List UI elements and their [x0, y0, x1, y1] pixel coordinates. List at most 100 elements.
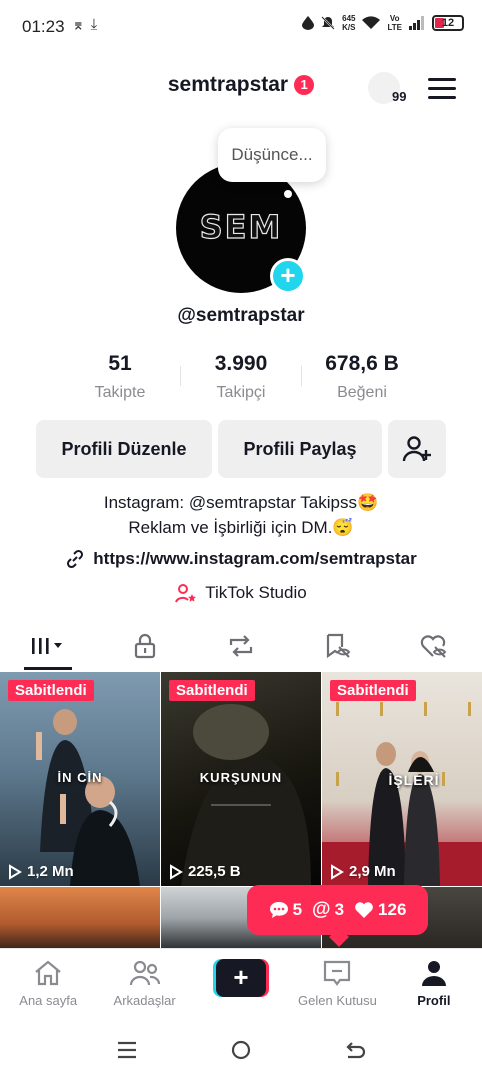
- link-text: https://www.instagram.com/semtrapstar: [93, 549, 417, 568]
- video-thumbnail[interactable]: Sabitlendi İN CİN 1,2 Mn: [0, 672, 160, 886]
- notification-icon: ⌆: [72, 17, 85, 34]
- tab-private[interactable]: [96, 622, 192, 670]
- menu-icon[interactable]: [428, 78, 456, 100]
- nav-create[interactable]: +: [193, 949, 289, 1016]
- video-caption: KURŞUNUN: [199, 770, 283, 785]
- profile-username-header[interactable]: semtrapstar 1: [0, 73, 482, 97]
- play-icon: [170, 863, 183, 880]
- back-icon[interactable]: [344, 1040, 366, 1060]
- bio-line-1: Instagram: @semtrapstar Takipss🤩: [103, 493, 379, 512]
- tab-videos[interactable]: [0, 622, 96, 670]
- friends-icon: [129, 960, 160, 986]
- edit-profile-button[interactable]: Profili Düzenle: [36, 420, 212, 478]
- inbox-icon: [324, 960, 351, 986]
- nav-label: Gelen Kutusu: [298, 993, 377, 1008]
- username-title: semtrapstar: [167, 73, 289, 96]
- stat-likes[interactable]: 678,6 B Beğeni: [302, 352, 422, 402]
- stat-label: Takipçi: [216, 384, 266, 401]
- thought-bubble-dot: [284, 190, 292, 198]
- home-icon: [35, 960, 61, 986]
- status-bar: 01:23 ⌆ ⤓ 645 K/S Vo LTE 12: [0, 0, 482, 56]
- mute-icon: [321, 16, 335, 30]
- download-icon: ⤓: [90, 16, 98, 33]
- net-speed: 645 K/S: [342, 14, 356, 32]
- profile-icon: [421, 961, 446, 986]
- view-count: 2,9 Mn: [330, 863, 396, 880]
- studio-user-icon: [175, 584, 197, 603]
- pinned-badge: Sabitlendi: [8, 680, 94, 701]
- nav-profile[interactable]: Profil: [386, 949, 482, 1016]
- view-count: 225,5 B: [169, 863, 241, 880]
- stat-label: Beğeni: [337, 384, 387, 401]
- stat-value: 51: [108, 352, 132, 375]
- videos-grid-icon: [32, 638, 63, 654]
- nav-inbox[interactable]: Gelen Kutusu: [289, 949, 385, 1016]
- video-thumbnail[interactable]: [0, 887, 160, 949]
- add-story-icon[interactable]: +: [270, 258, 306, 294]
- video-caption: İŞLERİ: [388, 772, 440, 788]
- recents-icon[interactable]: [116, 1040, 138, 1060]
- activity-comments: 5: [269, 900, 302, 920]
- profile-tabs: [0, 622, 482, 670]
- repost-icon: [229, 635, 253, 657]
- profile-handle: @semtrapstar: [177, 305, 305, 326]
- stat-value: 3.990: [214, 352, 268, 375]
- volte-indicator: Vo LTE: [387, 14, 402, 32]
- video-thumbnail[interactable]: Sabitlendi İŞLERİ 2,9 Mn: [322, 672, 482, 886]
- account-notification-badge: 1: [294, 75, 315, 95]
- pinned-badge: Sabitlendi: [169, 680, 255, 701]
- stat-following[interactable]: 51 Takipte: [60, 352, 180, 402]
- home-system-icon[interactable]: [230, 1039, 252, 1061]
- nav-label: Profil: [417, 993, 451, 1008]
- video-caption: İN CİN: [57, 770, 103, 785]
- bio-line-2: Reklam ve İşbirliği için DM.😴: [128, 518, 354, 537]
- stat-label: Takipte: [94, 384, 146, 401]
- profile-link[interactable]: https://www.instagram.com/semtrapstar: [0, 549, 482, 574]
- plus-icon: +: [216, 959, 267, 997]
- tab-liked[interactable]: [386, 622, 482, 670]
- data-saver-icon: [302, 16, 315, 30]
- at-icon: @: [312, 899, 331, 920]
- bottom-navigation: Ana sayfa Arkadaşlar + Gelen Kutusu Prof…: [0, 948, 482, 1016]
- nav-home[interactable]: Ana sayfa: [0, 949, 96, 1016]
- add-friend-button[interactable]: [388, 420, 446, 478]
- tab-favorites[interactable]: [289, 622, 385, 670]
- profile-bio: Instagram: @semtrapstar Takipss🤩 Reklam …: [0, 490, 482, 540]
- system-navigation: [0, 1020, 482, 1080]
- status-left-icons: ⌆ ⤓: [72, 16, 97, 34]
- activity-mentions: @ 3: [312, 899, 345, 920]
- lock-icon: [134, 633, 155, 659]
- heart-icon: [355, 902, 373, 918]
- nav-label: Ana sayfa: [19, 993, 78, 1008]
- avatar-logo: SEM: [199, 207, 283, 246]
- nav-label: Arkadaşlar: [113, 993, 176, 1008]
- signal-icon: [409, 16, 424, 30]
- activity-bubble[interactable]: 5 @ 3 126: [247, 885, 428, 935]
- add-user-icon: [402, 436, 431, 462]
- play-icon: [331, 863, 344, 880]
- video-thumbnail[interactable]: Sabitlendi KURŞUNUN 225,5 B: [161, 672, 321, 886]
- view-count: 1,2 Mn: [8, 863, 74, 880]
- studio-text: TikTok Studio: [205, 583, 307, 602]
- wifi-icon: [362, 16, 381, 29]
- heart-hidden-icon: [420, 635, 447, 658]
- share-profile-button[interactable]: Profili Paylaş: [218, 420, 382, 478]
- nav-friends[interactable]: Arkadaşlar: [96, 949, 192, 1016]
- thought-bubble[interactable]: Düşünce...: [218, 128, 326, 182]
- stat-followers[interactable]: 3.990 Takipçi: [181, 352, 301, 402]
- story-count-badge: 99: [392, 89, 407, 104]
- stat-value: 678,6 B: [325, 352, 399, 375]
- status-time: 01:23: [22, 17, 65, 36]
- comment-icon: [269, 902, 288, 918]
- bookmark-hidden-icon: [327, 633, 351, 659]
- tiktok-studio-link[interactable]: TikTok Studio: [0, 583, 482, 608]
- play-icon: [9, 863, 22, 880]
- tab-reposts[interactable]: [193, 622, 289, 670]
- activity-likes: 126: [354, 900, 406, 920]
- create-button[interactable]: +: [213, 959, 270, 997]
- profile-stats: 51 Takipte 3.990 Takipçi 678,6 B Beğeni: [60, 352, 422, 402]
- status-right-icons: 645 K/S Vo LTE 12: [302, 14, 464, 32]
- battery-icon: 12: [432, 15, 464, 31]
- link-icon: [67, 549, 84, 569]
- pinned-badge: Sabitlendi: [330, 680, 416, 701]
